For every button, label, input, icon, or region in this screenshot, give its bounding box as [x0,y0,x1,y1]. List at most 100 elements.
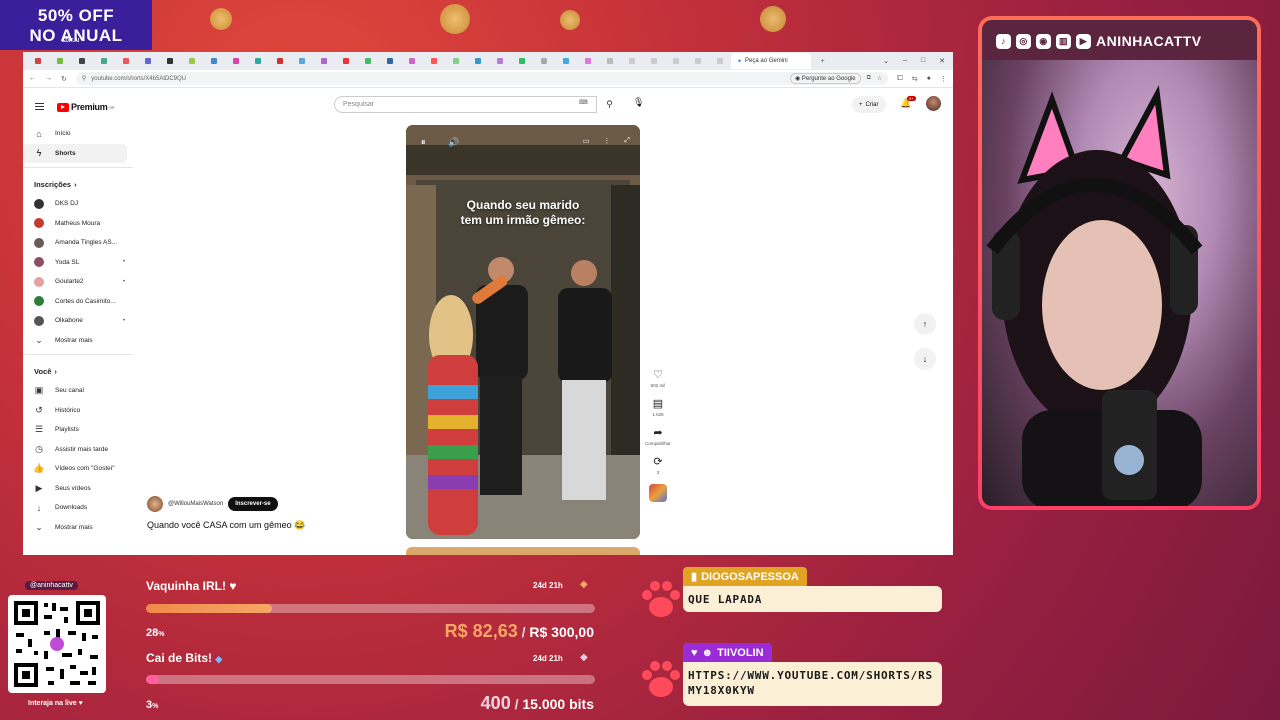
browser-tab[interactable] [71,55,92,67]
sidebar-item-you[interactable]: ↺ Histórico [23,401,133,421]
browser-menu-icon[interactable]: ⋮ [940,75,947,83]
browser-tab[interactable] [401,55,422,67]
new-tab-button[interactable]: + [812,55,833,67]
browser-tab[interactable] [423,55,444,67]
browser-tab[interactable] [709,55,730,67]
sidebar-subscription-item[interactable]: Olkabone • [23,311,133,331]
hamburger-menu-icon[interactable] [35,103,44,112]
fullscreen-icon[interactable]: ⤢ [624,137,630,145]
show-more-you[interactable]: ⌄ Mostrar mais [23,518,133,538]
browser-tab[interactable] [269,55,290,67]
goal1-current: R$ 82,63 [444,621,518,641]
sidebar-item-home[interactable]: ⌂ Início [23,124,133,144]
comments-button[interactable]: ▤ 1.625 [643,397,673,417]
extensions-icon[interactable]: ⧠ [897,75,903,83]
share-button[interactable]: ➦ Compartilhar [643,426,673,446]
sidebar-subscription-item[interactable]: Amanda Tingles AS... [23,233,133,253]
browser-tab[interactable] [621,55,642,67]
pause-icon[interactable]: ⏸ [421,137,426,148]
browser-tab[interactable] [247,55,268,67]
chat-username[interactable]: ▮ DIOGOSAPESSOA [683,567,807,586]
subscribe-button[interactable]: Inscrever-se [228,497,278,511]
browser-tab[interactable] [577,55,598,67]
reload-icon[interactable]: ↻ [61,75,67,83]
url-field[interactable]: ⚲ youtube.com/shorts/X4b5AtDC9QU ◉ Pergu… [75,72,889,85]
site-info-icon[interactable]: ⚲ [82,75,86,82]
sidebar-subscription-item[interactable]: DKS DJ [23,194,133,214]
browser-tab[interactable] [555,55,576,67]
captions-icon[interactable]: ▭ [583,137,590,145]
create-button[interactable]: + Criar [852,96,886,113]
search-input[interactable]: Pesquisar [334,96,597,113]
channel-handle[interactable]: @WillouMaisWatson [168,501,223,507]
close-window-icon[interactable]: ✕ [939,57,945,65]
browser-tab[interactable] [665,55,686,67]
sidebar-subscription-item[interactable]: Cortes do Casimito... [23,292,133,312]
browser-tab[interactable] [643,55,664,67]
split-icon[interactable]: ⇆ [912,75,918,83]
microphone-icon[interactable]: 🎙 [633,97,644,108]
tab-search-icon[interactable]: ⌄ [883,57,889,65]
ask-google-button[interactable]: ◉ Pergunte ao Google [789,73,861,84]
subscriptions-header[interactable]: Inscrições › [23,174,133,194]
browser-tab[interactable] [49,55,70,67]
sidebar-item-you[interactable]: 👍 Vídeos com "Gostei" [23,459,133,479]
show-more-subscriptions[interactable]: ⌄ Mostrar mais [23,331,133,351]
browser-tab[interactable] [533,55,554,67]
browser-tab[interactable] [159,55,180,67]
browser-tab[interactable] [225,55,246,67]
youtube-logo[interactable]: Premium BR [57,102,115,112]
volume-icon[interactable]: 🔊 [448,137,459,148]
browser-tab[interactable] [27,55,48,67]
keyboard-icon[interactable]: ⌨ [579,99,588,106]
more-options-icon[interactable]: ⋮ [603,137,610,145]
browser-tab[interactable] [489,55,510,67]
sidebar-subscription-item[interactable]: Goularte2 • [23,272,133,292]
next-short-button[interactable]: ↓ [914,348,936,370]
chat-username[interactable]: ♥ ☻ TIIVOLIN [683,643,772,662]
like-button[interactable]: ♡ 602 mil [643,368,673,388]
account-avatar[interactable] [926,96,941,111]
browser-tab-active[interactable]: ✦ Peça ao Gemini [731,53,811,69]
previous-short-button[interactable]: ↑ [914,313,936,335]
sidebar-item-you[interactable]: ↓ Downloads [23,498,133,518]
sidebar-item-you[interactable]: ▣ Seu canal [23,381,133,401]
short-video-player[interactable]: ⏸ 🔊 ▭ ⋮ ⤢ Quando seu marido tem um irmão… [406,125,640,539]
install-icon[interactable]: ⧉ [867,75,871,82]
browser-tab[interactable] [181,55,202,67]
browser-tab[interactable] [445,55,466,67]
sidebar-subscription-item[interactable]: Matheus Moura [23,214,133,234]
browser-tab[interactable] [687,55,708,67]
browser-tab[interactable] [115,55,136,67]
sidebar-item-you[interactable]: ☰ Playlists [23,420,133,440]
browser-tab[interactable] [93,55,114,67]
sidebar-subscription-item[interactable]: Yoda SL • [23,253,133,273]
search-button[interactable]: ⚲ [597,96,622,113]
browser-tab[interactable] [357,55,378,67]
browser-tab[interactable] [379,55,400,67]
remix-button[interactable]: ⟳ 3 [643,455,673,475]
forward-icon[interactable]: → [45,75,52,82]
sidebar-item-shorts[interactable]: ϟ Shorts [23,143,127,163]
browser-tab[interactable] [599,55,620,67]
browser-tab[interactable] [137,55,158,67]
channel-avatar[interactable] [147,496,163,512]
decorative-coin [560,10,580,30]
sound-avatar[interactable] [649,484,667,502]
minimize-icon[interactable]: – [903,57,907,65]
profile-icon[interactable]: ● [927,75,931,82]
next-short-preview[interactable] [406,547,640,555]
browser-tab[interactable] [335,55,356,67]
sidebar-item-you[interactable]: ▶ Seus vídeos [23,479,133,499]
back-icon[interactable]: ← [29,75,36,82]
browser-tab[interactable] [203,55,224,67]
browser-tab[interactable] [313,55,334,67]
you-header[interactable]: Você › [23,361,133,381]
maximize-icon[interactable]: □ [921,57,925,65]
sidebar-item-you[interactable]: ◷ Assistir mais tarde [23,440,133,460]
chat-message-body: QUE LAPADA [683,586,942,612]
bookmark-star-icon[interactable]: ☆ [877,75,882,82]
browser-tab[interactable] [511,55,532,67]
browser-tab[interactable] [291,55,312,67]
browser-tab[interactable] [467,55,488,67]
